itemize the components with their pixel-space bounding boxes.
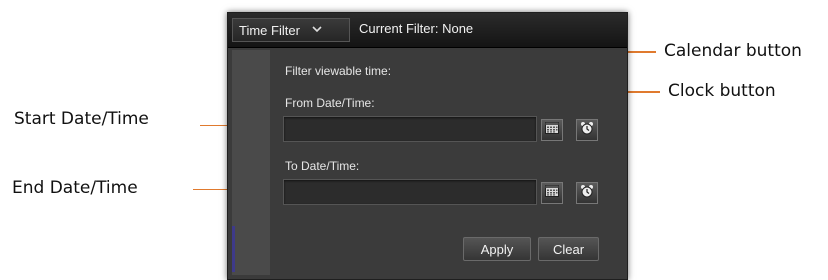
from-datetime-label: From Date/Time: [285, 96, 375, 110]
side-strip [232, 50, 270, 275]
current-filter-text: Current Filter: None [359, 21, 474, 36]
time-filter-dropdown-label: Time Filter [239, 22, 300, 38]
clear-button[interactable]: Clear [538, 237, 599, 261]
from-calendar-button[interactable] [541, 119, 563, 141]
to-datetime-label: To Date/Time: [285, 159, 360, 173]
calendar-icon [545, 184, 559, 202]
chevron-down-icon [312, 24, 322, 36]
to-clock-button[interactable] [576, 182, 598, 204]
from-datetime-input[interactable] [283, 116, 537, 142]
time-filter-panel: Time Filter Current Filter: None Filter … [227, 12, 628, 280]
callout-end-datetime: End Date/Time [12, 178, 138, 198]
apply-button[interactable]: Apply [463, 237, 531, 261]
to-datetime-input[interactable] [283, 179, 537, 205]
alarm-clock-icon [580, 121, 594, 140]
time-filter-dropdown[interactable]: Time Filter [232, 18, 350, 42]
alarm-clock-icon [580, 184, 594, 203]
side-strip-accent [232, 226, 235, 272]
filter-toolbar: Time Filter Current Filter: None [228, 13, 627, 48]
from-clock-button[interactable] [576, 119, 598, 141]
callout-calendar-button: Calendar button [664, 41, 802, 61]
calendar-icon [545, 121, 559, 139]
callout-clock-button: Clock button [668, 81, 776, 101]
filter-heading: Filter viewable time: [285, 64, 392, 78]
to-calendar-button[interactable] [541, 182, 563, 204]
callout-start-datetime: Start Date/Time [14, 109, 149, 129]
